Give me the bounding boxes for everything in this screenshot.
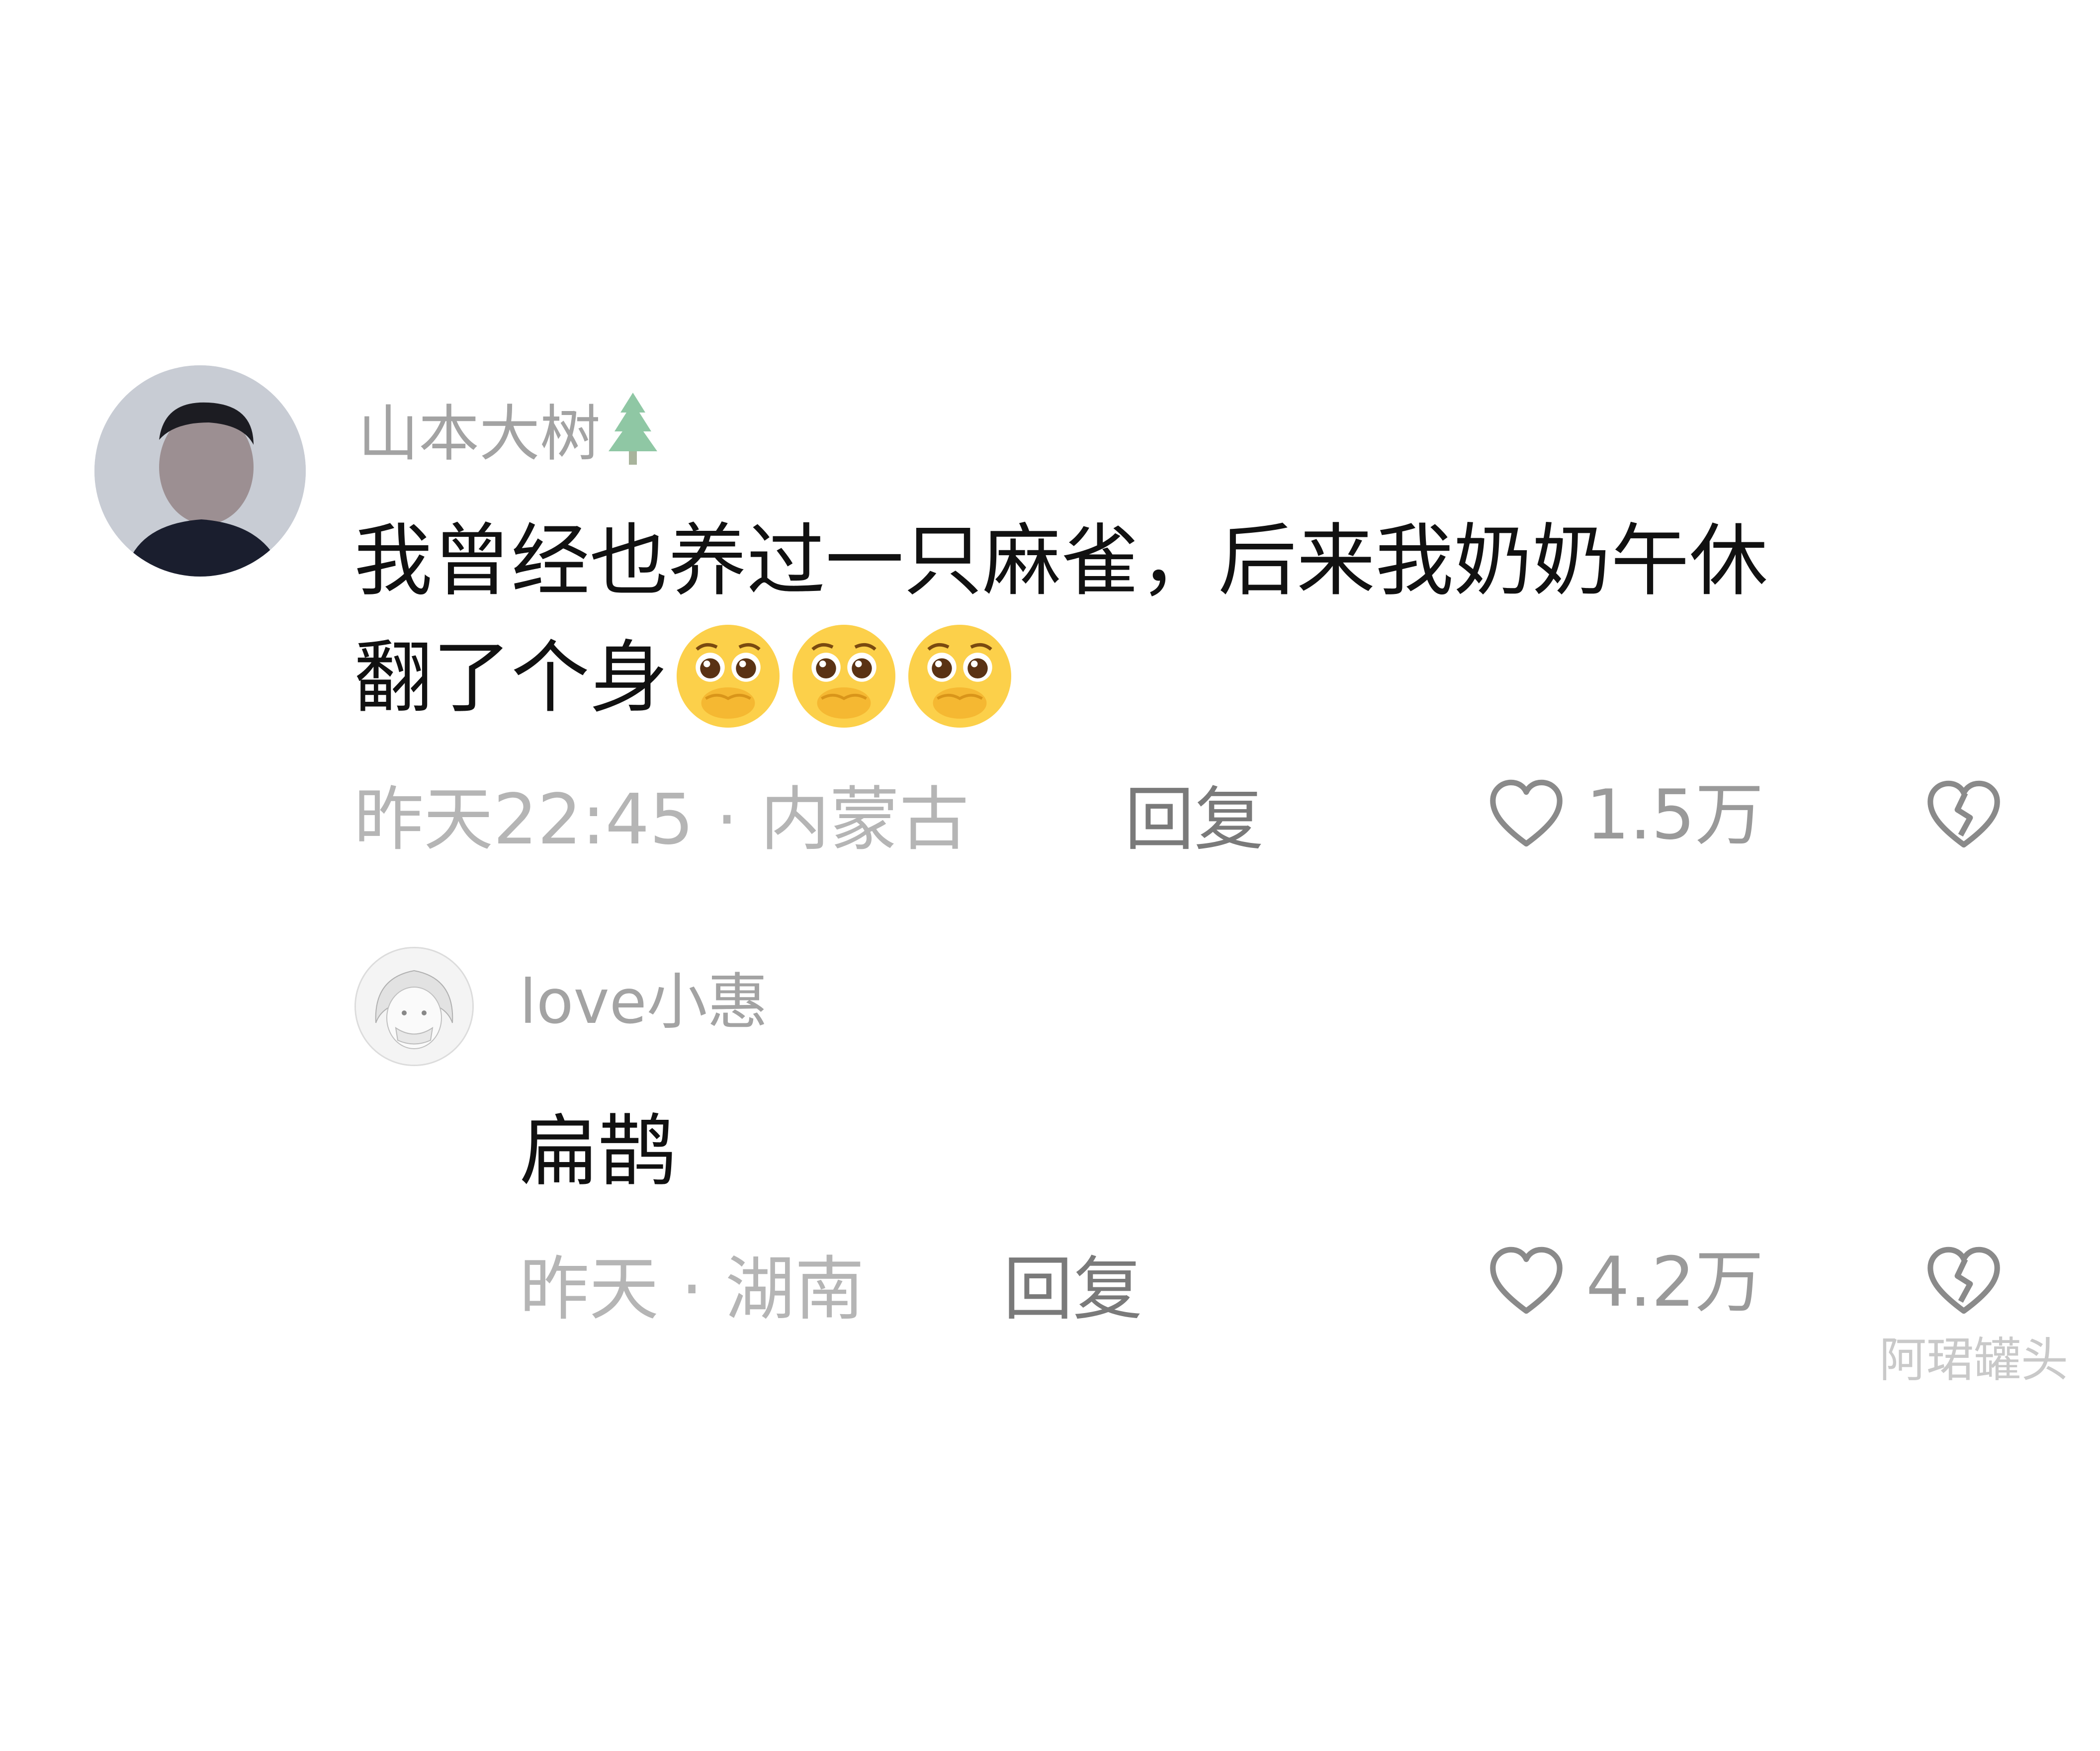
broken-heart-icon — [1927, 780, 2000, 848]
like-button[interactable]: 1.5万 — [1487, 775, 1763, 855]
like-count: 1.5万 — [1586, 775, 1764, 855]
avatar[interactable] — [94, 365, 306, 577]
reply-button[interactable]: 回复 — [1125, 785, 1264, 855]
comment-text-line-2: 翻了个身 — [354, 620, 1016, 737]
heart-outline-icon — [1490, 1247, 1563, 1314]
reply-avatar[interactable] — [354, 947, 474, 1066]
watermark: 阿珺罐头 — [1879, 1333, 2069, 1388]
heart-outline-icon — [1490, 779, 1563, 847]
avatar-illustration — [356, 948, 472, 1065]
reply-dislike-button[interactable] — [1924, 1243, 2004, 1324]
broken-heart-icon — [1927, 1247, 2000, 1314]
comment-username[interactable]: 山本大树 — [358, 393, 660, 465]
comment-text-line-1: 我曾经也养过一只麻雀，后来我奶奶午休 — [354, 515, 1768, 607]
reply-like-count: 4.2万 — [1586, 1242, 1764, 1322]
pleading-face-covering-mouth-icon — [904, 620, 1016, 732]
pleading-face-covering-mouth-icon — [672, 620, 784, 732]
username-text: 山本大树 — [358, 399, 601, 469]
reply-text: 扁鹊 — [520, 1106, 677, 1197]
dislike-button[interactable] — [1924, 776, 2004, 858]
comment-text-line-2-text: 翻了个身 — [354, 632, 668, 724]
reply-username[interactable]: love小惠 — [520, 972, 768, 1032]
pleading-face-covering-mouth-icon — [788, 620, 900, 732]
reply-like-button[interactable]: 4.2万 — [1487, 1243, 1763, 1322]
comment-meta: 昨天22:45 · 内蒙古 — [354, 779, 969, 860]
reply-meta: 昨天 · 湖南 — [520, 1249, 865, 1330]
avatar-photo — [94, 365, 306, 577]
tree-icon — [606, 393, 660, 465]
reply-reply-button[interactable]: 回复 — [1003, 1255, 1142, 1325]
